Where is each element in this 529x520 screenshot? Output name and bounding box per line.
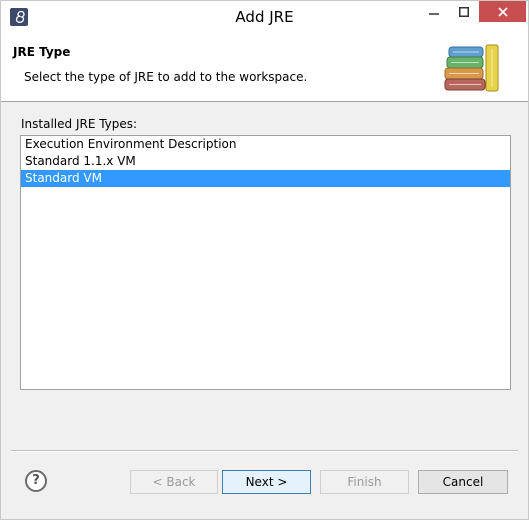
title-bar: Add JRE xyxy=(1,1,528,33)
finish-button[interactable]: Finish xyxy=(320,470,409,494)
books-icon xyxy=(444,44,499,92)
add-jre-dialog: Add JRE JRE Type Select the type of JRE … xyxy=(0,0,529,520)
jre-types-list[interactable]: Execution Environment Description Standa… xyxy=(20,135,511,390)
minimize-button[interactable] xyxy=(419,1,449,22)
list-item[interactable]: Execution Environment Description xyxy=(21,136,510,153)
next-button[interactable]: Next > xyxy=(222,470,311,494)
page-description: Select the type of JRE to add to the wor… xyxy=(24,70,308,84)
maximize-button[interactable] xyxy=(449,1,479,22)
help-button[interactable]: ? xyxy=(25,470,47,492)
help-icon: ? xyxy=(32,473,40,488)
button-bar-divider xyxy=(11,450,518,452)
back-button[interactable]: < Back xyxy=(130,470,218,494)
maximize-icon xyxy=(459,6,469,17)
minimize-icon xyxy=(429,12,439,15)
close-icon xyxy=(497,6,508,17)
wizard-header: JRE Type Select the type of JRE to add t… xyxy=(1,33,528,102)
list-item-selected[interactable]: Standard VM xyxy=(21,170,510,187)
cancel-button[interactable]: Cancel xyxy=(418,470,508,494)
list-item[interactable]: Standard 1.1.x VM xyxy=(21,153,510,170)
installed-jre-types-label: Installed JRE Types: xyxy=(21,117,138,131)
close-button[interactable] xyxy=(479,1,526,22)
page-title: JRE Type xyxy=(13,45,71,59)
